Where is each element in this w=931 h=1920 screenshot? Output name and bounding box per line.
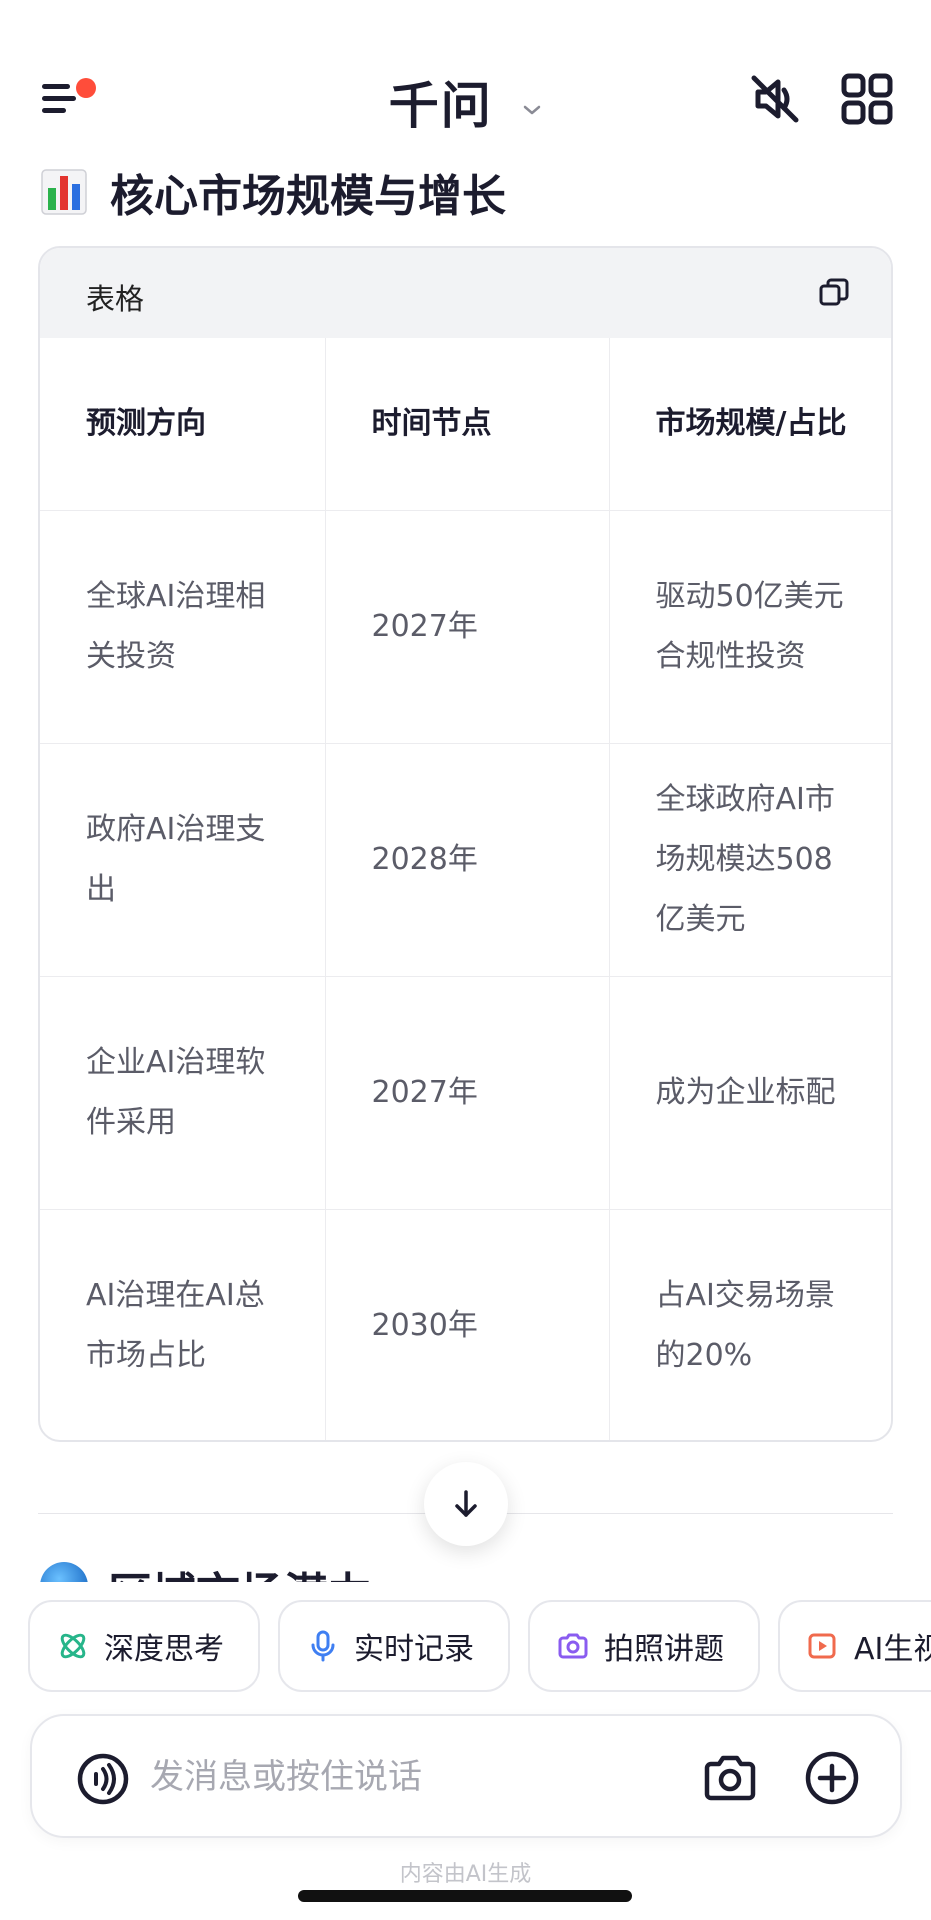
voice-icon[interactable] bbox=[76, 1752, 130, 1806]
message-input-bar bbox=[30, 1714, 902, 1838]
section-heading: 核心市场规模与增长 bbox=[40, 160, 506, 224]
plus-icon[interactable] bbox=[804, 1750, 860, 1806]
scroll-down-button[interactable] bbox=[424, 1462, 508, 1546]
camera-sparkle-icon bbox=[558, 1633, 588, 1659]
table-header-cell: 预测方向 bbox=[40, 338, 326, 511]
table-header-cell: 市场规模/占比 bbox=[609, 338, 891, 511]
arrow-down-icon bbox=[455, 1490, 477, 1517]
chip-live-record[interactable]: 实时记录 bbox=[278, 1600, 510, 1692]
microphone-icon bbox=[311, 1630, 335, 1662]
chip-label: AI生视频 bbox=[854, 1632, 931, 1667]
grid-icon[interactable] bbox=[836, 68, 898, 130]
table-header-cell: 时间节点 bbox=[325, 338, 610, 511]
next-section-heading: 区域市场潜力 bbox=[40, 1562, 900, 1582]
section-title: 核心市场规模与增长 bbox=[110, 171, 506, 222]
table-cell: 政府AI治理支出 bbox=[40, 743, 326, 977]
chip-label: 拍照讲题 bbox=[604, 1632, 724, 1667]
table-row: AI治理在AI总市场占比 2030年 占AI交易场景的20% bbox=[40, 1209, 891, 1440]
table-cell: 2030年 bbox=[325, 1209, 610, 1440]
chip-photo-explain[interactable]: 拍照讲题 bbox=[528, 1600, 760, 1692]
app-header: 千问 bbox=[0, 50, 931, 146]
ai-generated-note: 内容由AI生成 bbox=[399, 1862, 532, 1887]
table-card: 表格 预测方向 时间节点 市场规模/占比 全球AI治理相关投资 2027年 驱动… bbox=[38, 246, 893, 1442]
table-cell: 驱动50亿美元合规性投资 bbox=[609, 510, 891, 744]
quick-action-chips: 深度思考 实时记录 拍照讲题 AI生视频 bbox=[28, 1600, 931, 1692]
bar-chart-icon bbox=[41, 169, 87, 215]
chip-ai-video[interactable]: AI生视频 bbox=[778, 1600, 931, 1692]
mute-icon[interactable] bbox=[744, 68, 806, 130]
next-section-title: 区域市场潜力 bbox=[108, 1562, 372, 1582]
video-icon bbox=[808, 1633, 836, 1659]
table-row: 企业AI治理软件采用 2027年 成为企业标配 bbox=[40, 976, 891, 1210]
table-cell: 企业AI治理软件采用 bbox=[40, 976, 326, 1210]
table-header-row: 预测方向 时间节点 市场规模/占比 bbox=[40, 338, 891, 511]
table-row: 政府AI治理支出 2028年 全球政府AI市场规模达508亿美元 bbox=[40, 743, 891, 977]
table-cell: 2028年 bbox=[325, 743, 610, 977]
chip-label: 实时记录 bbox=[354, 1632, 474, 1667]
chip-label: 深度思考 bbox=[104, 1632, 224, 1667]
table-cell: 成为企业标配 bbox=[609, 976, 891, 1210]
app-title: 千问 bbox=[388, 77, 493, 135]
table-cell: 全球AI治理相关投资 bbox=[40, 510, 326, 744]
table-cell: AI治理在AI总市场占比 bbox=[40, 1209, 326, 1440]
table-row: 全球AI治理相关投资 2027年 驱动50亿美元合规性投资 bbox=[40, 510, 891, 744]
home-indicator bbox=[298, 1890, 632, 1902]
chip-deep-thinking[interactable]: 深度思考 bbox=[28, 1600, 260, 1692]
message-input[interactable] bbox=[150, 1746, 570, 1808]
table-cell: 2027年 bbox=[325, 510, 610, 744]
table-cell: 占AI交易场景的20% bbox=[655, 1277, 835, 1373]
globe-icon bbox=[40, 1562, 88, 1582]
market-table: 预测方向 时间节点 市场规模/占比 全球AI治理相关投资 2027年 驱动50亿… bbox=[40, 338, 891, 1440]
camera-icon[interactable] bbox=[702, 1750, 758, 1806]
table-header-bar: 表格 bbox=[40, 248, 891, 338]
table-label: 表格 bbox=[86, 282, 145, 316]
chevron-down-icon bbox=[523, 105, 541, 114]
atom-icon bbox=[60, 1633, 86, 1659]
copy-icon[interactable] bbox=[817, 276, 851, 310]
table-cell: 全球政府AI市场规模达508亿美元 bbox=[609, 743, 891, 977]
table-cell: 2027年 bbox=[325, 976, 610, 1210]
